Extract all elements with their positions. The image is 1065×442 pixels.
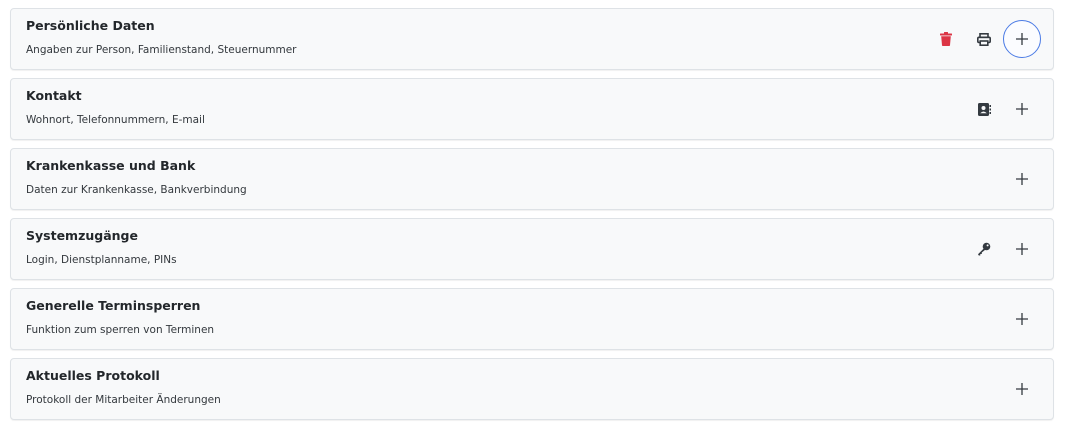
expand-button[interactable] bbox=[1003, 230, 1041, 268]
section-subtitle: Funktion zum sperren von Terminen bbox=[26, 324, 215, 336]
address-book-icon bbox=[977, 102, 991, 116]
section-actions bbox=[1003, 300, 1041, 338]
expand-button[interactable] bbox=[1003, 370, 1041, 408]
section-actions bbox=[965, 230, 1041, 268]
section-persoenliche-daten[interactable]: Persönliche Daten Angaben zur Person, Fa… bbox=[10, 8, 1054, 70]
section-aktuelles-protokoll[interactable]: Aktuelles Protokoll Protokoll der Mitarb… bbox=[10, 358, 1054, 420]
plus-icon bbox=[1015, 242, 1029, 256]
plus-icon bbox=[1015, 32, 1029, 46]
key-icon bbox=[977, 242, 991, 256]
expand-button[interactable] bbox=[1003, 20, 1041, 58]
section-actions bbox=[965, 90, 1041, 128]
section-title: Persönliche Daten bbox=[26, 18, 155, 33]
trash-icon bbox=[940, 32, 952, 46]
expand-button[interactable] bbox=[1003, 90, 1041, 128]
section-title: Aktuelles Protokoll bbox=[26, 368, 160, 383]
section-subtitle: Wohnort, Telefonnummern, E-mail bbox=[26, 114, 205, 126]
section-actions bbox=[927, 20, 1041, 58]
section-subtitle: Daten zur Krankenkasse, Bankverbindung bbox=[26, 184, 247, 196]
personal-data-accordion: Persönliche Daten Angaben zur Person, Fa… bbox=[10, 8, 1054, 428]
section-subtitle: Login, Dienstplanname, PINs bbox=[26, 254, 177, 266]
expand-button[interactable] bbox=[1003, 160, 1041, 198]
section-generelle-terminsperren[interactable]: Generelle Terminsperren Funktion zum spe… bbox=[10, 288, 1054, 350]
delete-button[interactable] bbox=[927, 20, 965, 58]
section-title: Krankenkasse und Bank bbox=[26, 158, 196, 173]
contact-card-button[interactable] bbox=[965, 90, 1003, 128]
print-icon bbox=[977, 32, 991, 46]
section-subtitle: Angaben zur Person, Familienstand, Steue… bbox=[26, 44, 297, 56]
plus-icon bbox=[1015, 382, 1029, 396]
credentials-button[interactable] bbox=[965, 230, 1003, 268]
section-title: Generelle Terminsperren bbox=[26, 298, 201, 313]
plus-icon bbox=[1015, 312, 1029, 326]
section-title: Systemzugänge bbox=[26, 228, 138, 243]
section-krankenkasse-bank[interactable]: Krankenkasse und Bank Daten zur Krankenk… bbox=[10, 148, 1054, 210]
section-actions bbox=[1003, 160, 1041, 198]
section-actions bbox=[1003, 370, 1041, 408]
print-button[interactable] bbox=[965, 20, 1003, 58]
plus-icon bbox=[1015, 172, 1029, 186]
section-kontakt[interactable]: Kontakt Wohnort, Telefonnummern, E-mail bbox=[10, 78, 1054, 140]
expand-button[interactable] bbox=[1003, 300, 1041, 338]
section-subtitle: Protokoll der Mitarbeiter Änderungen bbox=[26, 394, 221, 406]
plus-icon bbox=[1015, 102, 1029, 116]
section-title: Kontakt bbox=[26, 88, 82, 103]
section-systemzugaenge[interactable]: Systemzugänge Login, Dienstplanname, PIN… bbox=[10, 218, 1054, 280]
